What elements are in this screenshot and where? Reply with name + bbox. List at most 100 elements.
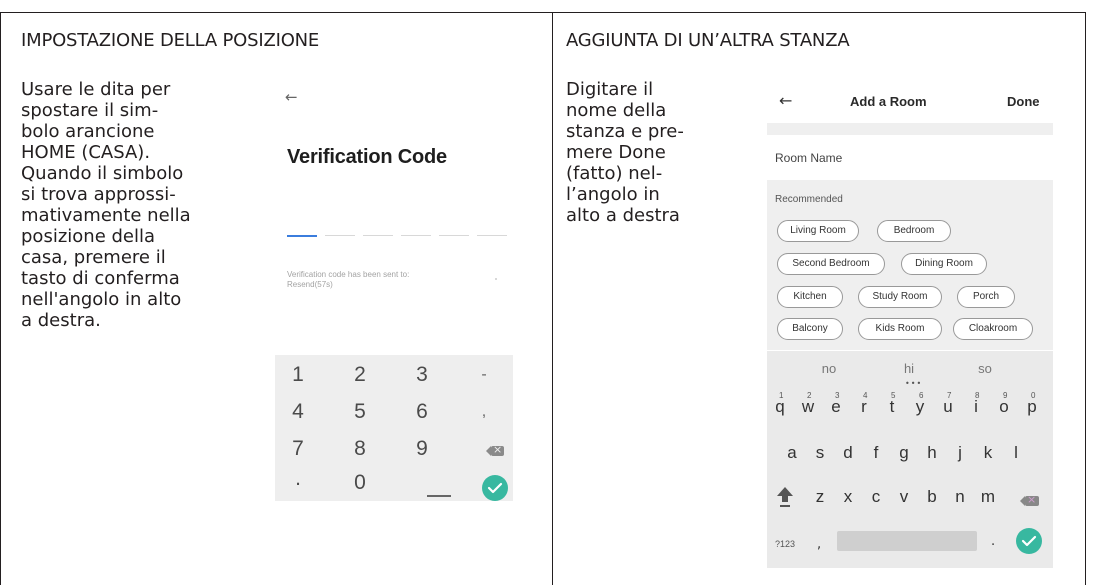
suggestion[interactable]: hi	[879, 361, 939, 376]
separator	[767, 123, 1053, 135]
recommended-label: Recommended	[775, 194, 843, 205]
chip-balcony[interactable]: Balcony	[777, 318, 843, 340]
check-icon[interactable]	[1016, 528, 1042, 554]
key-p[interactable]: p	[1019, 397, 1045, 417]
code-slot[interactable]	[439, 235, 469, 236]
key-6[interactable]: 6	[407, 400, 437, 424]
code-slot[interactable]	[363, 235, 393, 236]
chip-kitchen[interactable]: Kitchen	[777, 286, 843, 308]
left-panel-heading: IMPOSTAZIONE DELLA POSIZIONE	[21, 30, 320, 51]
key-period[interactable]: .	[283, 467, 313, 491]
done-button[interactable]: Done	[1007, 94, 1040, 109]
more-suggestions-icon[interactable]: •••	[905, 379, 922, 388]
key-h[interactable]: h	[919, 443, 945, 463]
key-j[interactable]: j	[947, 443, 973, 463]
key-s[interactable]: s	[807, 443, 833, 463]
room-name-field[interactable]: Room Name	[775, 151, 842, 165]
check-icon[interactable]	[482, 475, 508, 501]
instruction-line: HOME (CASA).	[21, 142, 151, 163]
instruction-line: mativamente nella	[21, 205, 191, 226]
instruction-line: spostare il sim-	[21, 100, 159, 121]
key-0[interactable]: 0	[345, 471, 375, 495]
key-y[interactable]: y	[907, 397, 933, 417]
backspace-icon[interactable]	[1020, 493, 1039, 507]
instruction-line: nome della	[566, 100, 667, 121]
chip-study-room[interactable]: Study Room	[858, 286, 942, 308]
key-x[interactable]: x	[835, 487, 861, 507]
key-9[interactable]: 9	[407, 437, 437, 461]
key-5[interactable]: 5	[345, 400, 375, 424]
key-comma[interactable]: ,	[817, 537, 821, 552]
key-r[interactable]: r	[851, 397, 877, 417]
verification-title: Verification Code	[287, 146, 447, 168]
chip-cloakroom[interactable]: Cloakroom	[953, 318, 1033, 340]
key-d[interactable]: d	[835, 443, 861, 463]
instruction-line: tasto di conferma	[21, 268, 180, 289]
key-f[interactable]: f	[863, 443, 889, 463]
key-l[interactable]: l	[1003, 443, 1029, 463]
key-comma[interactable]: ,	[469, 403, 499, 421]
key-space[interactable]	[427, 495, 451, 497]
dot	[495, 278, 497, 280]
key-u[interactable]: u	[935, 397, 961, 417]
column-divider	[552, 12, 553, 585]
code-slot[interactable]	[325, 235, 355, 236]
numeric-keypad: 1 2 3 - 4 5 6 , 7 8 9 . 0	[275, 355, 513, 501]
key-period[interactable]: .	[991, 534, 995, 549]
instruction-line: (fatto) nel-	[566, 163, 663, 184]
right-instructions: Digitare il nome della stanza e pre- mer…	[566, 79, 746, 226]
key-c[interactable]: c	[863, 487, 889, 507]
app-header: ← Add a Room Done	[767, 83, 1053, 123]
shift-icon[interactable]	[775, 485, 795, 513]
key-8[interactable]: 8	[345, 437, 375, 461]
right-panel-heading: AGGIUNTA DI UN’ALTRA STANZA	[566, 30, 850, 51]
key-a[interactable]: a	[779, 443, 805, 463]
space-bar[interactable]	[837, 531, 977, 551]
symbols-key[interactable]: ?123	[775, 539, 795, 549]
key-3[interactable]: 3	[407, 363, 437, 387]
code-slot[interactable]	[401, 235, 431, 236]
key-i[interactable]: i	[963, 397, 989, 417]
chip-second-bedroom[interactable]: Second Bedroom	[777, 253, 885, 275]
code-sent-text: Verification code has been sent to:	[287, 270, 410, 279]
key-7[interactable]: 7	[283, 437, 313, 461]
key-w[interactable]: w	[795, 397, 821, 417]
recommended-panel: Recommended Living Room Bedroom Second B…	[767, 180, 1053, 350]
arrow-left-icon[interactable]: ←	[285, 88, 298, 106]
resend-link[interactable]: Resend(57s)	[287, 280, 409, 290]
instruction-line: nell'angolo in alto	[21, 289, 182, 310]
verification-info: Verification code has been sent to: Rese…	[287, 270, 409, 290]
qwerty-keyboard: no hi ••• so 1 2 3 4 5 6 7 8 9 0 q w e r…	[767, 351, 1053, 568]
key-b[interactable]: b	[919, 487, 945, 507]
screen-title: Add a Room	[850, 94, 927, 109]
key-m[interactable]: m	[975, 487, 1001, 507]
key-k[interactable]: k	[975, 443, 1001, 463]
code-input-slots[interactable]	[287, 234, 513, 237]
key-minus[interactable]: -	[469, 366, 499, 384]
code-slot[interactable]	[477, 235, 507, 236]
key-t[interactable]: t	[879, 397, 905, 417]
key-q[interactable]: q	[767, 397, 793, 417]
code-slot[interactable]	[287, 234, 317, 237]
instruction-line: bolo arancione	[21, 121, 155, 142]
key-o[interactable]: o	[991, 397, 1017, 417]
key-1[interactable]: 1	[283, 363, 313, 387]
suggestion[interactable]: no	[799, 361, 859, 376]
backspace-icon[interactable]	[486, 443, 504, 457]
key-e[interactable]: e	[823, 397, 849, 417]
key-n[interactable]: n	[947, 487, 973, 507]
chip-living-room[interactable]: Living Room	[777, 220, 859, 242]
key-2[interactable]: 2	[345, 363, 375, 387]
instruction-line: si trova approssi-	[21, 184, 176, 205]
key-g[interactable]: g	[891, 443, 917, 463]
instruction-line: mere Done	[566, 142, 666, 163]
arrow-left-icon[interactable]: ←	[779, 91, 792, 110]
key-4[interactable]: 4	[283, 400, 313, 424]
key-v[interactable]: v	[891, 487, 917, 507]
chip-kids-room[interactable]: Kids Room	[858, 318, 942, 340]
chip-porch[interactable]: Porch	[957, 286, 1015, 308]
key-z[interactable]: z	[807, 487, 833, 507]
chip-bedroom[interactable]: Bedroom	[877, 220, 951, 242]
suggestion[interactable]: so	[955, 361, 1015, 376]
chip-dining-room[interactable]: Dining Room	[901, 253, 987, 275]
